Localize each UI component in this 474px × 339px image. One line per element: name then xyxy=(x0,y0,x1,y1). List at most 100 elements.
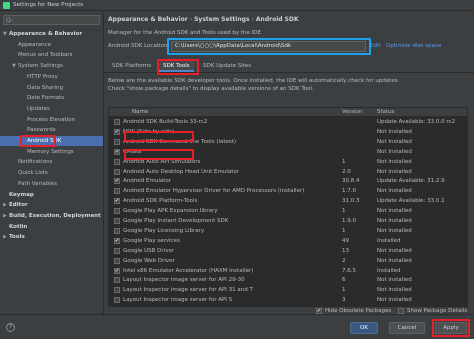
sidebar-item-tools[interactable]: ▶ Tools xyxy=(0,232,103,242)
sidebar-item-label: Passwords xyxy=(27,127,56,134)
table-row[interactable]: Google USB Driver 13 Not installed xyxy=(109,247,467,256)
info-line-2: Check "show package details" to display … xyxy=(108,85,314,92)
row-version: 30.8.4 xyxy=(342,178,360,185)
sidebar-item-process-elevation[interactable]: Process Elevation xyxy=(0,115,103,125)
row-checkbox[interactable] xyxy=(114,168,120,175)
row-checkbox[interactable] xyxy=(114,218,120,224)
table-row[interactable]: ✔ Android SDK Platform-Tools 31.0.3 Update … xyxy=(109,197,467,206)
sidebar-item-menus-and-toolbars[interactable]: Menus and Toolbars xyxy=(0,50,103,60)
table-row[interactable]: Android Auto Desktop Head Unit Emulator 2… xyxy=(109,168,467,177)
sidebar-item-quick-lists[interactable]: Quick Lists xyxy=(0,168,103,178)
row-name: Android Emulator xyxy=(123,178,172,185)
table-row[interactable]: ✔ Google Play services 49 Installed xyxy=(109,237,467,246)
row-checkbox[interactable] xyxy=(114,287,120,294)
row-name: Layout Inspector image server for API 29… xyxy=(123,277,245,284)
sidebar-item-label: Appearance & Behavior xyxy=(9,31,83,37)
sidebar-item-build-execution-deployment[interactable]: ▶ Build, Execution, Deployment xyxy=(0,211,103,221)
row-checkbox[interactable]: ✔ xyxy=(114,267,120,274)
table-row[interactable]: Layout Inspector image server for API S 3… xyxy=(109,296,467,305)
sidebar-item-keymap[interactable]: Keymap xyxy=(0,190,103,200)
row-status: Update Available: 33.0.1 xyxy=(377,198,445,205)
row-checkbox[interactable] xyxy=(114,158,120,165)
row-status: Not installed xyxy=(377,257,412,264)
sidebar-item-label: Memory Settings xyxy=(27,148,74,155)
row-checkbox[interactable] xyxy=(114,208,120,215)
ok-button[interactable]: OK xyxy=(350,322,378,334)
column-header-version[interactable]: Version xyxy=(342,109,362,115)
row-checkbox[interactable] xyxy=(114,119,120,125)
row-checkbox[interactable]: ✔ xyxy=(114,128,120,135)
table-row[interactable]: Google Play APK Expansion library 1 Not in… xyxy=(109,207,467,216)
row-version: 7.6.5 xyxy=(342,267,356,274)
table-row[interactable]: Layout Inspector image server for API 31… xyxy=(109,286,467,295)
row-checkbox[interactable]: ✔ xyxy=(114,237,120,244)
help-button[interactable]: ? xyxy=(6,323,15,332)
settings-sidebar: Q- ▼ Appearance & Behavior Appearance Menus… xyxy=(0,12,103,314)
column-header-name[interactable]: Name xyxy=(132,109,148,115)
sidebar-item-editor[interactable]: ▶ Editor xyxy=(0,200,103,210)
sidebar-item-appearance-behavior[interactable]: ▼ Appearance & Behavior xyxy=(0,29,103,39)
sdk-location-field[interactable]: C:\Users\○○○\AppData\Local\Android\Sdk xyxy=(171,41,366,52)
row-checkbox[interactable] xyxy=(114,297,120,304)
sidebar-item-http-proxy[interactable]: HTTP Proxy xyxy=(0,72,103,82)
optimize-disk-space-link[interactable]: Optimize disk space xyxy=(386,43,441,49)
sidebar-item-date-formats[interactable]: Date Formats xyxy=(0,93,103,103)
cmake-row-highlight xyxy=(124,149,194,160)
cancel-button[interactable]: Cancel xyxy=(389,322,425,334)
row-status: Not installed xyxy=(377,218,412,224)
settings-search-input[interactable]: Q- xyxy=(3,15,100,25)
sidebar-item-notifications[interactable]: Notifications xyxy=(0,157,103,167)
table-row[interactable]: Android Emulator Hypervisor Driver for A… xyxy=(109,187,467,196)
title-bar: Settings for New Projects xyxy=(0,0,474,11)
row-checkbox[interactable] xyxy=(114,247,120,254)
row-name: Google Play services xyxy=(123,237,180,244)
row-status: Not installed xyxy=(377,188,412,195)
settings-main-panel: Appearance & Behavior › System Settings › An… xyxy=(104,12,474,314)
row-checkbox[interactable] xyxy=(114,257,120,264)
row-status: Not installed xyxy=(377,208,412,215)
row-name: Layout Inspector image server for API 31… xyxy=(123,287,253,294)
row-name: Intel x86 Emulator Accelerator (HAXM ins… xyxy=(123,267,254,274)
sidebar-item-system-settings[interactable]: ▼ System Settings xyxy=(0,61,103,71)
sidebar-item-appearance[interactable]: Appearance xyxy=(0,40,103,50)
row-version: 1 xyxy=(342,287,346,294)
row-checkbox[interactable] xyxy=(114,138,120,145)
sidebar-item-data-sharing[interactable]: Data Sharing xyxy=(0,83,103,93)
row-name: Google Play Instant Development SDK xyxy=(123,218,229,224)
row-checkbox[interactable] xyxy=(114,227,120,234)
sdk-location-label: Android SDK Location: xyxy=(108,43,170,49)
row-checkbox[interactable] xyxy=(114,188,120,195)
row-name: Android Emulator Hypervisor Driver for A… xyxy=(123,188,305,195)
row-status: Not Installed xyxy=(377,148,412,155)
sidebar-item-label: Path Variables xyxy=(18,180,57,187)
edit-link[interactable]: Edit xyxy=(370,43,381,49)
table-row[interactable]: Google Web Driver 2 Not installed xyxy=(109,257,467,266)
row-status: Not installed xyxy=(377,158,412,165)
row-status: Not installed xyxy=(377,227,412,234)
manager-description: Manager for the Android SDK and Tools us… xyxy=(108,30,262,36)
table-row[interactable]: Layout Inspector image server for API 29… xyxy=(109,276,467,285)
row-status: Not installed xyxy=(377,168,412,175)
table-row[interactable]: Android SDK Build-Tools 33-rc2 Update Ava… xyxy=(109,118,467,127)
row-name: Android Auto Desktop Head Unit Emulator xyxy=(123,168,240,175)
row-status: Not installed xyxy=(377,297,412,304)
row-status: Not Installed xyxy=(377,128,412,135)
row-checkbox[interactable] xyxy=(114,277,120,284)
breadcrumb-appearance: Appearance & Behavior xyxy=(108,16,188,23)
sidebar-item-updates[interactable]: Updates xyxy=(0,104,103,114)
tab-sdk-platforms[interactable]: SDK Platforms xyxy=(108,61,155,72)
table-row[interactable]: ✔ Android Emulator 30.8.4 Update Available:… xyxy=(109,177,467,186)
sidebar-item-passwords[interactable]: Passwords xyxy=(0,125,103,135)
sidebar-item-kotlin[interactable]: Kotlin xyxy=(0,222,103,232)
sidebar-item-path-variables[interactable]: Path Variables xyxy=(0,179,103,189)
table-row[interactable]: ✔ Intel x86 Emulator Accelerator (HAXM in… xyxy=(109,267,467,276)
row-checkbox[interactable]: ✔ xyxy=(114,148,120,155)
sidebar-item-memory-settings[interactable]: Memory Settings xyxy=(0,147,103,157)
row-checkbox[interactable]: ✔ xyxy=(114,178,120,185)
column-header-status[interactable]: Status xyxy=(377,109,395,115)
row-checkbox[interactable]: ✔ xyxy=(114,198,120,205)
tab-sdk-update-sites[interactable]: SDK Update Sites xyxy=(199,61,255,72)
android-studio-icon xyxy=(3,2,10,9)
table-row[interactable]: Google Play Instant Development SDK 1.9.0… xyxy=(109,217,467,226)
table-row[interactable]: Google Play Licensing Library 1 Not instal… xyxy=(109,227,467,236)
